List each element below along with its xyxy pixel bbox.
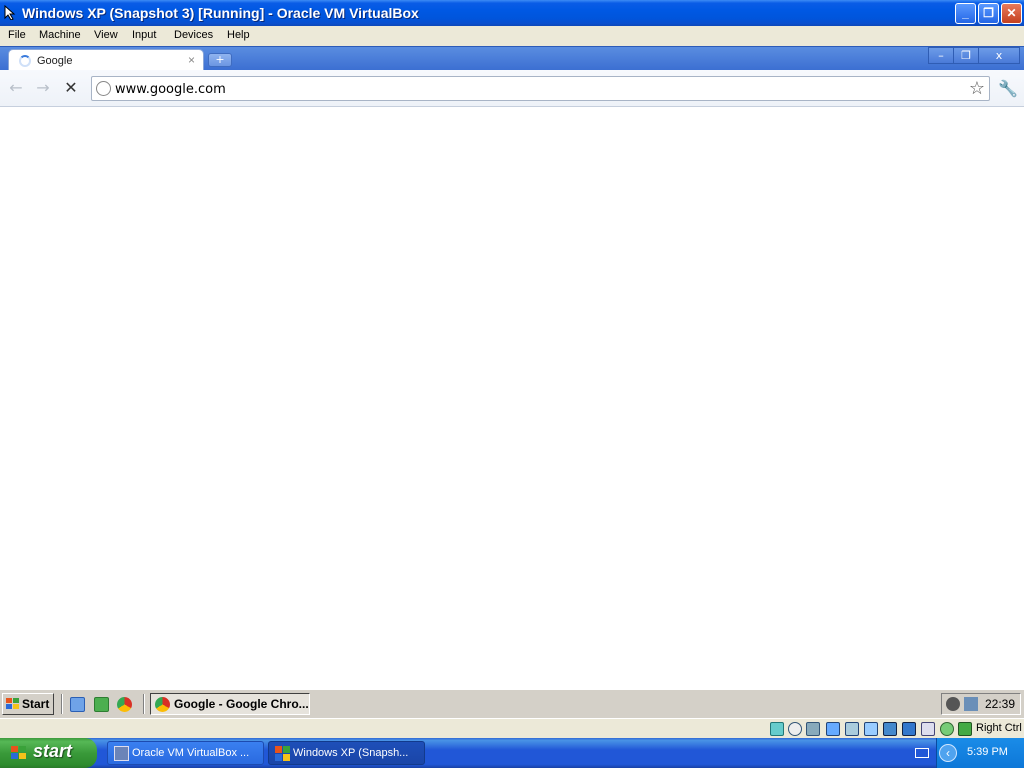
usb-status-icon[interactable]	[845, 722, 859, 736]
forward-button[interactable]: →	[33, 78, 53, 98]
browser-close-button[interactable]: x	[978, 47, 1020, 64]
host-start-button[interactable]: start	[0, 738, 97, 768]
ie-quicklaunch-icon[interactable]	[70, 697, 85, 712]
taskbar-separator	[143, 694, 145, 714]
display-status-icon[interactable]	[883, 722, 897, 736]
menu-input[interactable]: Input	[132, 29, 156, 41]
tray-icon[interactable]	[946, 697, 960, 711]
browser-minimize-button[interactable]: –	[928, 47, 954, 64]
globe-icon	[96, 81, 111, 96]
omnibox[interactable]: ☆	[91, 76, 990, 101]
menu-devices[interactable]: Devices	[174, 29, 213, 41]
host-start-label: start	[33, 741, 73, 761]
network-tray-icon[interactable]	[964, 697, 978, 711]
guest-taskbar: Start Google - Google Chro... 22:39	[0, 689, 1024, 718]
network-status-icon[interactable]	[826, 722, 840, 736]
address-input[interactable]	[115, 80, 955, 98]
hdd-status-icon[interactable]	[770, 722, 784, 736]
bookmark-star-icon[interactable]: ☆	[969, 78, 985, 99]
host-task-label: Windows XP (Snapsh...	[293, 747, 409, 759]
show-hidden-icons-button[interactable]: ‹	[939, 744, 957, 762]
video-capture-status-icon[interactable]	[902, 722, 916, 736]
virtualbox-icon	[114, 746, 129, 761]
taskbar-separator	[61, 694, 63, 714]
guest-task-chrome[interactable]: Google - Google Chro...	[150, 693, 310, 715]
browser-restore-button[interactable]: ❐	[953, 47, 979, 64]
host-clock: 5:39 PM	[967, 746, 1008, 758]
mouse-integration-status-icon[interactable]	[940, 722, 954, 736]
chrome-quicklaunch-icon[interactable]	[117, 697, 132, 712]
guest-start-label: Start	[22, 697, 50, 711]
browser-toolbar: ← → ✕ ☆ 🔧	[0, 70, 1024, 107]
keyboard-icon[interactable]	[915, 748, 929, 758]
guest-system-tray: 22:39	[941, 693, 1021, 715]
desktop-quicklaunch-icon[interactable]	[94, 697, 109, 712]
tab-google[interactable]: Google ×	[8, 49, 204, 72]
host-task-virtualbox-manager[interactable]: Oracle VM VirtualBox ...	[107, 741, 264, 765]
new-tab-button[interactable]: +	[208, 53, 232, 67]
windows-flag-icon	[11, 746, 27, 761]
tab-close-icon[interactable]: ×	[188, 53, 195, 67]
stop-button[interactable]: ✕	[61, 78, 81, 98]
host-taskbar: start Oracle VM VirtualBox ... Windows X…	[0, 738, 1024, 768]
wrench-menu-icon[interactable]: 🔧	[998, 79, 1018, 98]
menu-machine[interactable]: Machine	[39, 29, 81, 41]
audio-status-icon[interactable]	[806, 722, 820, 736]
shared-folders-status-icon[interactable]	[864, 722, 878, 736]
guest-start-button[interactable]: Start	[2, 693, 54, 715]
cd-status-icon[interactable]	[788, 722, 802, 736]
guest-task-label: Google - Google Chro...	[174, 697, 309, 711]
minimize-button[interactable]: _	[955, 3, 976, 24]
back-button[interactable]: ←	[6, 78, 26, 98]
screen: Windows XP (Snapshot 3) [Running] - Orac…	[0, 0, 1024, 768]
host-system-tray: ‹ 5:39 PM	[936, 738, 1024, 768]
menu-bar: File Machine View Input Devices Help	[0, 26, 1024, 46]
window-title: Windows XP (Snapshot 3) [Running] - Orac…	[22, 5, 419, 21]
keyboard-capture-status-icon[interactable]	[958, 722, 972, 736]
host-title-bar[interactable]: Windows XP (Snapshot 3) [Running] - Orac…	[0, 0, 1024, 26]
menu-help[interactable]: Help	[227, 29, 250, 41]
host-task-windows-xp-vm[interactable]: Windows XP (Snapsh...	[268, 741, 425, 765]
windows-flag-icon	[275, 746, 290, 761]
page-content	[0, 107, 1024, 689]
host-key-label: Right Ctrl	[976, 722, 1022, 734]
menu-file[interactable]: File	[8, 29, 26, 41]
vbox-status-bar: Right Ctrl	[0, 718, 1024, 738]
restore-button[interactable]: ❐	[978, 3, 999, 24]
loading-spinner-icon	[19, 55, 31, 67]
tab-title: Google	[37, 55, 73, 67]
menu-view[interactable]: View	[94, 29, 118, 41]
host-task-label: Oracle VM VirtualBox ...	[132, 747, 250, 759]
browser-tab-strip: Google × + – ❐ x	[0, 46, 1024, 72]
close-button[interactable]: ✕	[1001, 3, 1022, 24]
mouse-cursor-icon	[4, 5, 16, 20]
windows-flag-icon	[6, 698, 19, 710]
vt-x-status-icon[interactable]	[921, 722, 935, 736]
guest-clock: 22:39	[985, 697, 1016, 711]
chrome-icon	[155, 697, 170, 712]
